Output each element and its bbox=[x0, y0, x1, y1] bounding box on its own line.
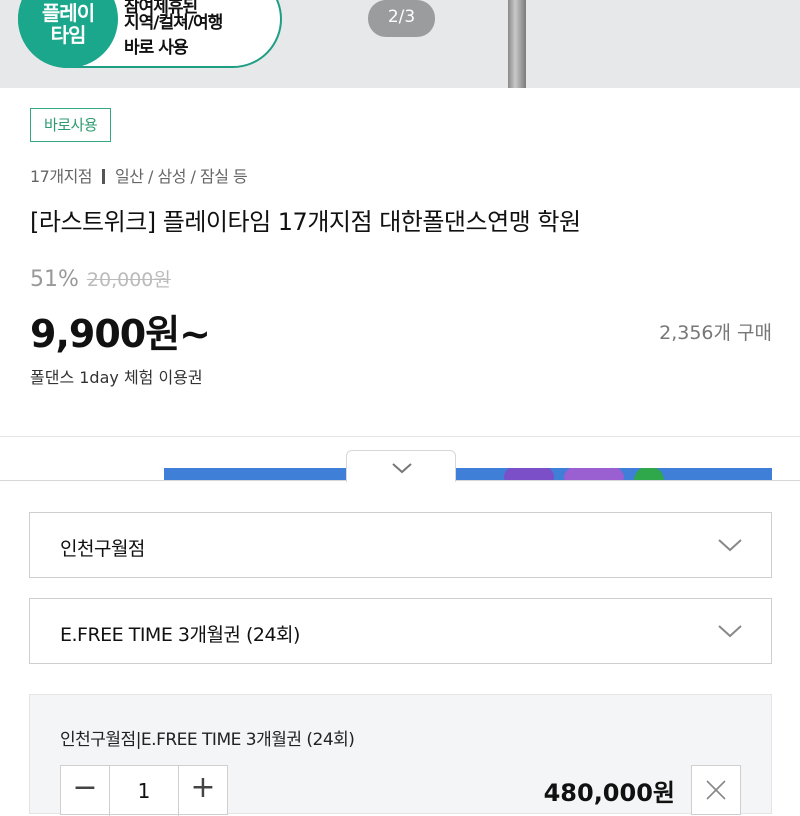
branch-select-value: 인천구월점 bbox=[60, 538, 145, 560]
promo-badge-line-1: 지역/컬쳐/여행 bbox=[124, 13, 223, 33]
promo-badge-text: 지역/컬쳐/여행 바로 사용 bbox=[124, 11, 223, 61]
discount-row: 51% 20,000원 bbox=[30, 265, 171, 292]
quantity-stepper: − 1 + bbox=[60, 765, 228, 816]
close-icon bbox=[706, 780, 726, 800]
pass-select-value: E.FREE TIME 3개월권 (24회) bbox=[60, 624, 300, 646]
pass-select[interactable]: E.FREE TIME 3개월권 (24회) bbox=[29, 598, 772, 664]
promo-badge-logo-text: 플레이 타임 bbox=[41, 1, 95, 47]
quantity-increase-button[interactable]: + bbox=[178, 766, 227, 816]
promo-badge-line-2: 바로 사용 bbox=[124, 38, 188, 58]
chevron-down-icon bbox=[718, 625, 742, 638]
selected-option-name: 인천구월점|E.FREE TIME 3개월권 (24회) bbox=[60, 730, 355, 750]
selected-option-box: 인천구월점|E.FREE TIME 3개월권 (24회) − 1 + 480,0… bbox=[29, 694, 772, 816]
remove-option-button[interactable] bbox=[691, 765, 741, 815]
branch-select[interactable]: 인천구월점 bbox=[29, 512, 772, 578]
quantity-decrease-button[interactable]: − bbox=[61, 766, 110, 816]
discount-rate: 51% bbox=[30, 267, 79, 292]
product-image-banner[interactable]: 플레이 타임 참여제휴된 지역/컬쳐/여행 바로 사용 2/3 bbox=[0, 0, 800, 88]
product-subtitle: 폴댄스 1day 체험 이용권 bbox=[30, 368, 203, 387]
quantity-value[interactable]: 1 bbox=[109, 766, 179, 816]
image-pole bbox=[508, 0, 526, 88]
location-count: 17개지점 bbox=[30, 167, 93, 186]
chevron-down-icon bbox=[718, 539, 742, 552]
purchase-count: 2,356개 구매 bbox=[659, 322, 772, 344]
selected-option-price: 480,000원 bbox=[543, 779, 675, 807]
product-title: [라스트위크] 플레이타임 17개지점 대한폴댄스연맹 학원 bbox=[30, 208, 581, 236]
sale-price: 9,900원~ bbox=[30, 312, 211, 356]
instant-use-tag: 바로사용 bbox=[30, 108, 112, 142]
location-areas: 일산 / 삼성 / 잠실 등 bbox=[115, 167, 248, 186]
chevron-down-icon bbox=[392, 463, 412, 474]
image-page-indicator: 2/3 bbox=[368, 0, 435, 37]
section-divider bbox=[0, 436, 800, 437]
location-info: 17개지점 일산 / 삼성 / 잠실 등 bbox=[30, 163, 248, 187]
location-separator bbox=[102, 169, 106, 184]
sheet-collapse-handle[interactable] bbox=[346, 450, 456, 482]
original-price: 20,000원 bbox=[86, 269, 171, 291]
